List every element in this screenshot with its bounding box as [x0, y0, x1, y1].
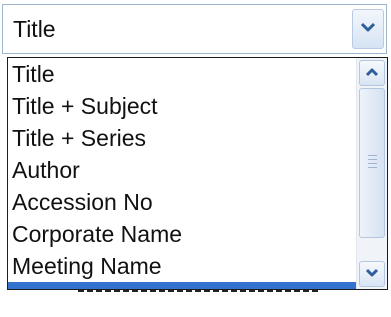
obscured-text	[78, 290, 318, 292]
thumb-grip-line	[368, 159, 377, 160]
option-title[interactable]: Title	[8, 58, 357, 90]
select-current-value: Title	[13, 16, 56, 42]
thumb-grip-line	[368, 155, 377, 156]
background-text-fragment	[0, 290, 391, 317]
option-title-subject[interactable]: Title + Subject	[8, 90, 357, 122]
thumb-grip-line	[368, 163, 377, 164]
chevron-up-icon	[365, 64, 379, 82]
thumb-grip-line	[368, 167, 377, 168]
search-field-select[interactable]: Title	[2, 4, 387, 54]
option-uniform-title[interactable]: Uniform Title	[8, 282, 357, 289]
option-meeting-name[interactable]: Meeting Name	[8, 250, 357, 282]
chevron-down-icon	[365, 265, 379, 283]
option-corporate-name[interactable]: Corporate Name	[8, 218, 357, 250]
option-author[interactable]: Author	[8, 154, 357, 186]
scroll-up-button[interactable]	[359, 60, 385, 86]
select-dropdown-button[interactable]	[352, 9, 384, 49]
option-accession-no[interactable]: Accession No	[8, 186, 357, 218]
option-title-series[interactable]: Title + Series	[8, 122, 357, 154]
dropdown-scrollbar[interactable]	[356, 58, 387, 289]
chevron-down-icon	[360, 20, 376, 38]
dropdown-list: Title Title + Subject Title + Series Aut…	[7, 57, 388, 290]
scroll-down-button[interactable]	[359, 261, 385, 287]
option-list: Title Title + Subject Title + Series Aut…	[8, 58, 357, 289]
scroll-thumb[interactable]	[359, 88, 385, 238]
